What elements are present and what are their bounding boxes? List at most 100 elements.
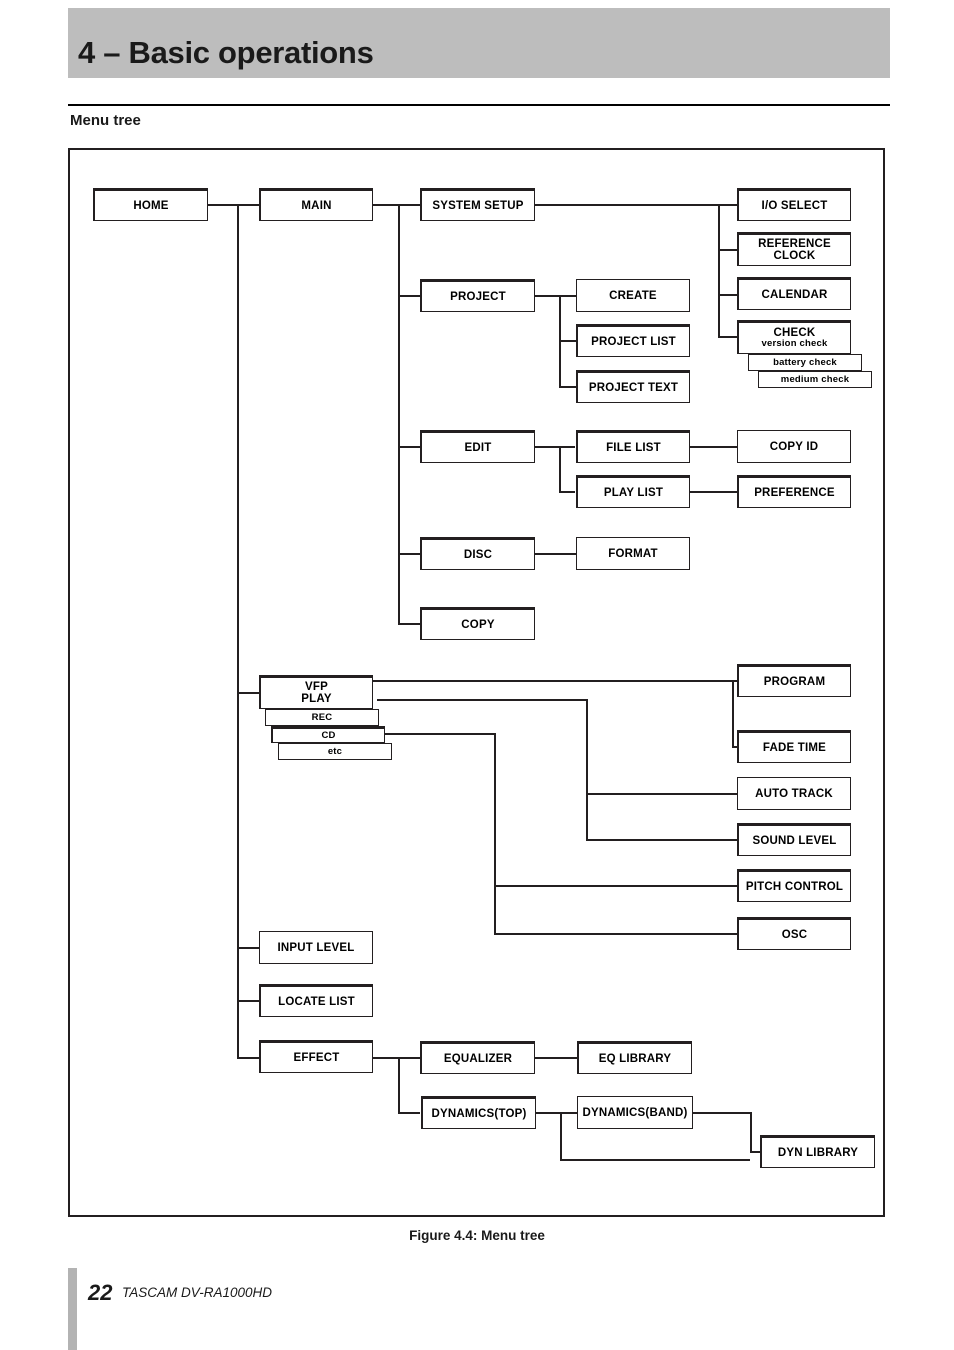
node-osc-label: OSC: [781, 928, 808, 941]
node-dynamics-top[interactable]: DYNAMICS(TOP): [421, 1096, 536, 1129]
node-vfp[interactable]: VFP PLAY: [259, 675, 373, 709]
node-format[interactable]: FORMAT: [576, 537, 690, 570]
node-check[interactable]: CHECK version check: [737, 320, 851, 354]
menu-tree-figure-frame: HOME MAIN SYSTEM SETUP PROJECT EDIT DISC…: [68, 148, 885, 1217]
node-program[interactable]: PROGRAM: [737, 664, 851, 697]
node-main-label: MAIN: [301, 199, 332, 212]
node-medium-check-label: medium check: [780, 374, 850, 385]
node-io-select[interactable]: I/O SELECT: [737, 188, 851, 221]
node-calendar-label: CALENDAR: [761, 288, 828, 301]
node-input-level[interactable]: INPUT LEVEL: [259, 931, 373, 964]
node-dyn-library[interactable]: DYN LIBRARY: [760, 1135, 875, 1168]
connector-edit-file-list: [559, 446, 575, 448]
node-vfp-etc[interactable]: etc: [278, 743, 392, 760]
node-eq-library[interactable]: EQ LIBRARY: [577, 1041, 692, 1074]
node-play-list-label: PLAY LIST: [603, 486, 664, 499]
footer-accent-bar: [68, 1268, 77, 1350]
node-home[interactable]: HOME: [93, 188, 208, 221]
connector-system-setup-bus-vertical: [718, 204, 720, 336]
section-divider-rule: [68, 104, 890, 106]
node-sound-level-label: SOUND LEVEL: [752, 834, 837, 847]
node-pitch-control[interactable]: PITCH CONTROL: [737, 869, 851, 902]
connector-trunk-input-level: [237, 947, 259, 949]
node-fade-time[interactable]: FADE TIME: [737, 730, 851, 763]
connector-trunk-effect: [237, 1057, 259, 1059]
connector-trunk-locate-list: [237, 1000, 259, 1002]
node-dynamics-band[interactable]: DYNAMICS(BAND): [577, 1096, 693, 1129]
connector-rec-bus-vertical: [586, 699, 588, 839]
connector-dynamics-bus-vertical: [560, 1112, 562, 1160]
connector-dynamics-band-out: [693, 1112, 751, 1114]
node-program-label: PROGRAM: [763, 675, 826, 688]
node-osc[interactable]: OSC: [737, 917, 851, 950]
node-create[interactable]: CREATE: [576, 279, 690, 312]
node-preference[interactable]: PREFERENCE: [737, 475, 851, 508]
connector-to-disc: [398, 553, 420, 555]
node-system-setup[interactable]: SYSTEM SETUP: [420, 188, 535, 221]
node-copy-id[interactable]: COPY ID: [737, 430, 851, 463]
figure-caption: Figure 4.4: Menu tree: [409, 1228, 545, 1243]
node-equalizer-label: EQUALIZER: [443, 1052, 513, 1065]
node-edit[interactable]: EDIT: [420, 430, 535, 463]
connector-bus-sound-level: [586, 839, 737, 841]
node-check-version-check-label: version check: [761, 338, 828, 350]
node-project-list[interactable]: PROJECT LIST: [576, 324, 690, 357]
connector-dynamics-band-down: [750, 1112, 752, 1152]
connector-dynamics-top-band: [560, 1112, 577, 1114]
node-medium-check[interactable]: medium check: [758, 371, 872, 388]
connector-main-out: [371, 204, 398, 206]
node-copy[interactable]: COPY: [420, 607, 535, 640]
node-play-list[interactable]: PLAY LIST: [576, 475, 690, 508]
connector-vfp-cd-out: [383, 733, 495, 735]
connector-cd-bus-vertical: [494, 733, 496, 933]
node-reference-clock[interactable]: REFERENCE CLOCK: [737, 232, 851, 266]
connector-to-edit: [398, 446, 420, 448]
connector-main-trunk-vertical: [237, 204, 239, 1058]
node-io-select-label: I/O SELECT: [761, 199, 828, 212]
connector-edit-children-vertical: [559, 446, 561, 491]
node-create-label: CREATE: [609, 289, 657, 302]
node-dyn-library-label: DYN LIBRARY: [777, 1146, 859, 1159]
node-vfp-rec-label: REC: [311, 712, 333, 723]
connector-vfp-rec-out: [377, 699, 587, 701]
node-vfp-etc-label: etc: [327, 746, 343, 757]
connector-effect-out: [371, 1057, 399, 1059]
connector-to-system-setup: [398, 204, 420, 206]
connector-main-children-vertical: [398, 204, 400, 624]
node-eq-library-label: EQ LIBRARY: [598, 1052, 672, 1065]
connector-equalizer-eq-library: [534, 1057, 577, 1059]
node-main[interactable]: MAIN: [259, 188, 373, 221]
node-equalizer[interactable]: EQUALIZER: [420, 1041, 535, 1074]
connector-edit-out: [534, 446, 559, 448]
connector-to-project: [398, 295, 420, 297]
connector-effect-equalizer: [398, 1057, 420, 1059]
node-home-label: HOME: [133, 199, 169, 212]
node-sound-level[interactable]: SOUND LEVEL: [737, 823, 851, 856]
node-vfp-cd[interactable]: CD: [271, 726, 385, 743]
connector-program-fade-vertical: [732, 680, 734, 746]
node-auto-track[interactable]: AUTO TRACK: [737, 777, 851, 810]
connector-file-list-copy-id: [689, 446, 737, 448]
node-copy-id-label: COPY ID: [769, 440, 819, 453]
node-battery-check[interactable]: battery check: [748, 354, 862, 371]
node-file-list-label: FILE LIST: [606, 441, 661, 454]
connector-dyn-library-in: [750, 1151, 760, 1153]
node-effect[interactable]: EFFECT: [259, 1040, 373, 1073]
node-reference-clock-label-line1: REFERENCE: [758, 237, 831, 250]
node-vfp-rec[interactable]: REC: [265, 709, 379, 726]
node-effect-label: EFFECT: [293, 1051, 340, 1064]
node-locate-list[interactable]: LOCATE LIST: [259, 984, 373, 1017]
connector-project-project-text: [559, 386, 576, 388]
connector-effect-children-vertical: [398, 1057, 400, 1112]
node-calendar[interactable]: CALENDAR: [737, 277, 851, 310]
node-disc[interactable]: DISC: [420, 537, 535, 570]
node-locate-list-label: LOCATE LIST: [278, 995, 355, 1008]
node-project[interactable]: PROJECT: [420, 279, 535, 312]
connector-to-copy: [398, 623, 420, 625]
node-file-list[interactable]: FILE LIST: [576, 430, 690, 463]
connector-dynamics-top-out: [536, 1112, 561, 1114]
node-project-text-label: PROJECT TEXT: [588, 381, 679, 394]
node-project-text[interactable]: PROJECT TEXT: [576, 370, 690, 403]
connector-dynamics-top-dyn-library: [560, 1159, 750, 1161]
footer-model-name: TASCAM DV-RA1000HD: [122, 1285, 273, 1300]
